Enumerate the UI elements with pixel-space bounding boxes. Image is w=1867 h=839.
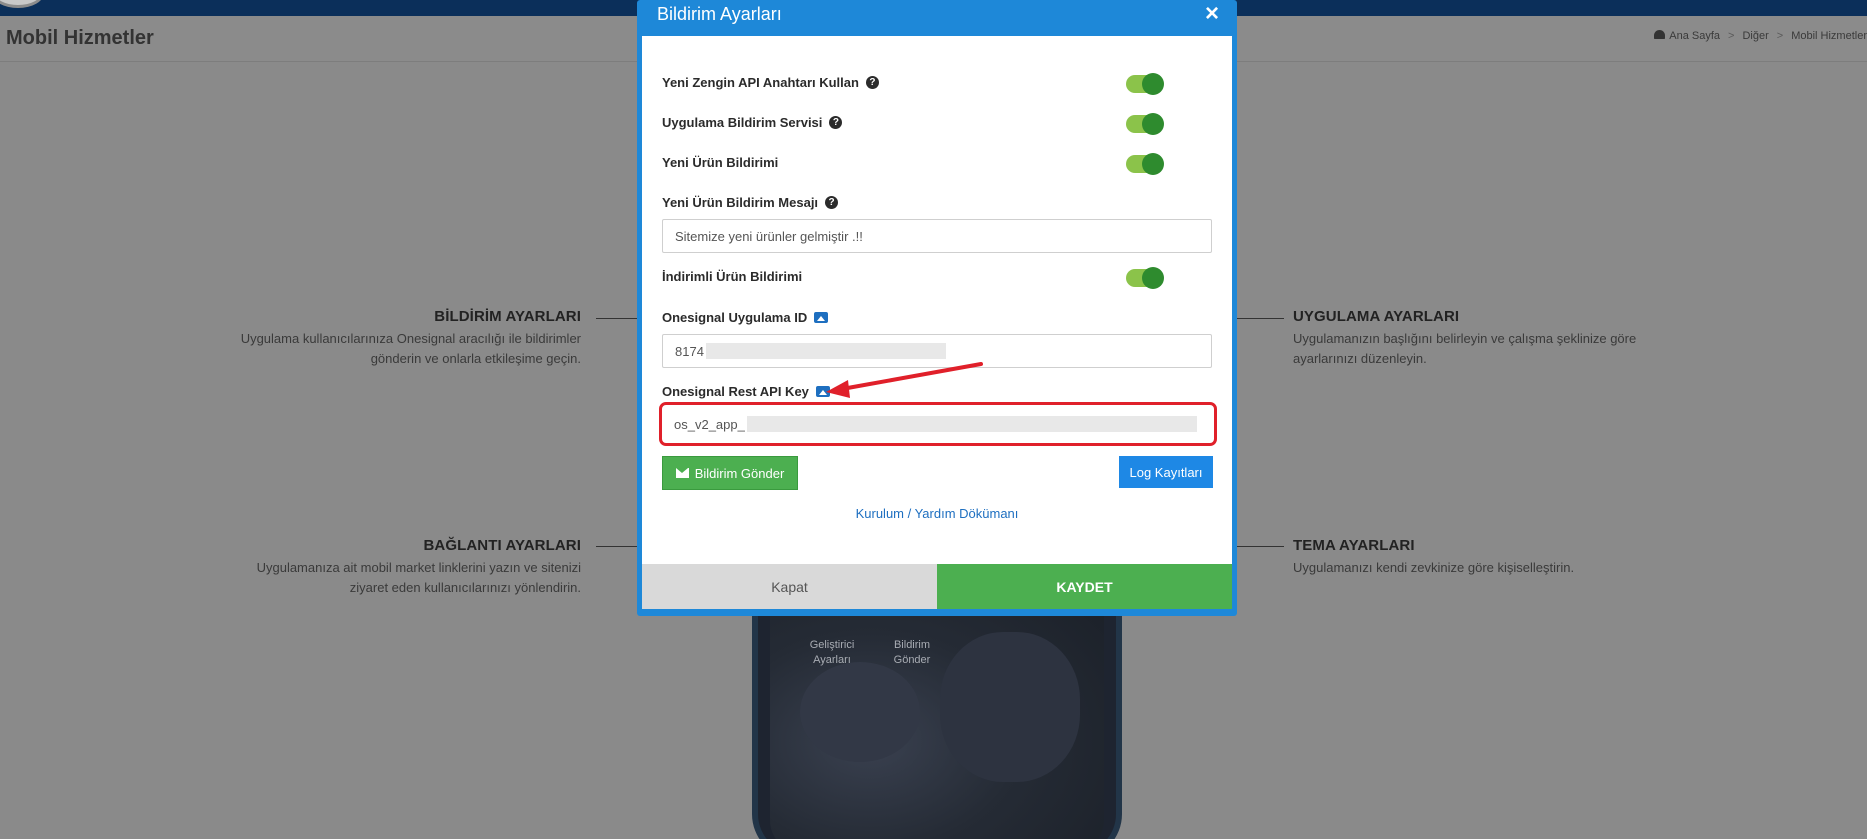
section-title: UYGULAMA AYARLARI xyxy=(1293,308,1460,325)
toggle-knob xyxy=(1142,73,1164,95)
breadcrumb-item-current: Mobil Hizmetler xyxy=(1791,30,1867,42)
log-records-button[interactable]: Log Kayıtları xyxy=(1119,456,1213,488)
setup-help-link[interactable]: Kurulum / Yardım Dökümanı xyxy=(642,506,1232,521)
section-title: BAĞLANTI AYARLARI xyxy=(423,537,581,554)
breadcrumb: Ana Sayfa > Diğer > Mobil Hizmetler xyxy=(1654,30,1867,42)
field-label: Yeni Zengin API Anahtarı Kullan ? xyxy=(662,75,879,90)
connector-line xyxy=(1237,546,1284,547)
toggle-rich-api-key[interactable] xyxy=(1126,73,1164,95)
section-bildirim-ayarlari[interactable]: BİLDİRİM AYARLARI Uygulama kullanıcıları… xyxy=(241,308,581,369)
wallpaper-shape xyxy=(940,632,1080,782)
logo[interactable] xyxy=(0,0,44,8)
modal-title: Bildirim Ayarları xyxy=(657,4,782,24)
connector-line xyxy=(596,546,640,547)
notification-settings-modal: Bildirim Ayarları × Yeni Zengin API Anah… xyxy=(637,0,1237,616)
image-icon[interactable] xyxy=(814,312,829,323)
breadcrumb-item-diger[interactable]: Diğer xyxy=(1742,30,1768,42)
onesignal-app-id-input[interactable]: 8174 xyxy=(662,334,1212,368)
send-notification-button[interactable]: Bildirim Gönder xyxy=(662,456,798,490)
page-title: Mobil Hizmetler xyxy=(6,27,154,49)
field-label: Onesignal Rest API Key xyxy=(662,384,830,399)
section-tema-ayarlari[interactable]: TEMA AYARLARI Uygulamanızı kendi zevkini… xyxy=(1293,537,1574,578)
field-label: Uygulama Bildirim Servisi ? xyxy=(662,115,843,130)
image-icon[interactable] xyxy=(815,386,830,397)
section-description: Uygulama kullanıcılarınıza Onesignal ara… xyxy=(240,331,581,366)
connector-line xyxy=(1237,318,1284,319)
question-circle-icon[interactable]: ? xyxy=(865,76,879,89)
field-label: Yeni Ürün Bildirimi xyxy=(662,155,779,170)
field-label: Onesignal Uygulama ID xyxy=(662,310,829,325)
toggle-app-notification-service[interactable] xyxy=(1126,113,1164,135)
question-circle-icon[interactable]: ? xyxy=(829,116,843,129)
field-label: Yeni Ürün Bildirim Mesajı ? xyxy=(662,195,839,210)
highlight-box xyxy=(659,402,1217,446)
toggle-knob xyxy=(1142,153,1164,175)
close-icon[interactable]: × xyxy=(1205,0,1219,28)
section-baglanti-ayarlari[interactable]: BAĞLANTI AYARLARI Uygulamanıza ait mobil… xyxy=(257,537,581,598)
breadcrumb-home[interactable]: Ana Sayfa xyxy=(1654,30,1720,42)
question-circle-icon[interactable]: ? xyxy=(825,196,839,209)
app-label-notification: Bildirim Gönder xyxy=(893,639,931,666)
toggle-knob xyxy=(1142,113,1164,135)
section-description: Uygulamanızı kendi zevkinize göre kişise… xyxy=(1293,560,1575,575)
redacted-value xyxy=(705,343,946,359)
new-product-message-input[interactable]: Sitemize yeni ürünler gelmiştir .!! xyxy=(662,219,1212,253)
envelope-icon xyxy=(675,468,689,478)
section-description: Uygulamanıza ait mobil market linklerini… xyxy=(256,560,581,595)
section-title: TEMA AYARLARI xyxy=(1293,537,1415,554)
breadcrumb-separator: > xyxy=(1728,30,1735,42)
section-title: BİLDİRİM AYARLARI xyxy=(434,308,581,325)
toggle-knob xyxy=(1142,267,1164,289)
breadcrumb-separator: > xyxy=(1776,30,1784,42)
app-label-developer: Geliştirici Ayarları xyxy=(809,639,855,666)
toggle-discount-notification[interactable] xyxy=(1126,267,1164,289)
connector-line xyxy=(596,318,640,319)
close-button[interactable]: Kapat xyxy=(642,564,937,609)
modal-footer: Kapat KAYDET xyxy=(642,564,1232,609)
wallpaper-shape xyxy=(800,662,920,762)
save-button[interactable]: KAYDET xyxy=(937,564,1232,609)
dashboard-icon xyxy=(1654,30,1666,39)
toggle-new-product-notification[interactable] xyxy=(1126,153,1164,175)
modal-body: Yeni Zengin API Anahtarı Kullan ? Uygula… xyxy=(642,36,1232,564)
section-uygulama-ayarlari[interactable]: UYGULAMA AYARLARI Uygulamanızın başlığın… xyxy=(1293,308,1636,369)
section-description: Uygulamanızın başlığını belirleyin ve ça… xyxy=(1293,331,1637,366)
field-label: İndirimli Ürün Bildirimi xyxy=(662,269,803,284)
